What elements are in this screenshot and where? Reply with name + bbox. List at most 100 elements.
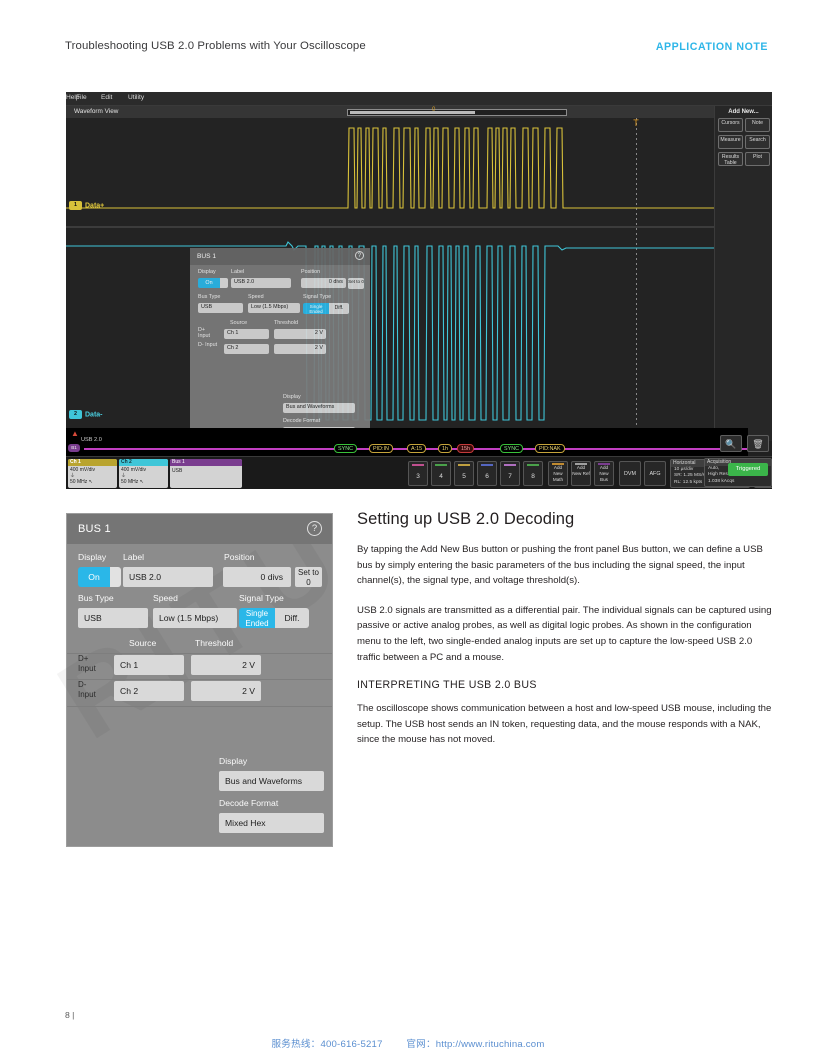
display-toggle-knob[interactable] (220, 278, 228, 288)
add-note-button[interactable]: Note (745, 118, 770, 132)
waveform-plot[interactable]: 3.20 2.80 2.40 2 1.60 1.20 800 m 400 m T… (66, 118, 772, 428)
afg-button[interactable]: AFG (644, 461, 666, 486)
add-cursors-button[interactable]: Cursors (718, 118, 743, 132)
add-new-ref-button[interactable]: Add New Ref (571, 461, 591, 486)
ch2-label[interactable]: 2Data- (69, 410, 103, 419)
dminus-threshold-field[interactable]: 2 V (274, 344, 326, 354)
figure-label-label: Label (123, 552, 144, 562)
bus-type-select[interactable]: USB (198, 303, 243, 313)
ch2-badge-body: 400 mV/div ⏚ 50 MHz ↖ (119, 466, 168, 487)
dialog-title: BUS 1 (197, 253, 216, 260)
figure-dminus-label-line1: D- (78, 680, 86, 689)
dminus-source-select[interactable]: Ch 2 (224, 344, 269, 354)
channel-5-button[interactable]: 5 (454, 461, 474, 486)
add-results-table-button[interactable]: Results Table (718, 152, 743, 166)
add-new-panel: Add New... Cursors Note Measure Search R… (714, 106, 772, 441)
packet-address[interactable]: A:15 (407, 444, 426, 453)
figure-help-icon[interactable]: ? (307, 521, 322, 536)
bus1-badge-title: Bus 1 (170, 459, 242, 466)
packet-pid-nak[interactable]: PID:NAK (535, 444, 565, 453)
acquisition-mode: Auto, (708, 466, 719, 471)
zoom-icon-button[interactable]: 🔍 (720, 435, 742, 452)
channel-4-button[interactable]: 4 (431, 461, 451, 486)
figure-bus-type-select[interactable]: USB (78, 608, 148, 628)
menu-edit[interactable]: Edit (101, 94, 112, 101)
ch1-status-badge[interactable]: Ch 1 400 mV/div ⏚ 50 MHz ↖ (68, 459, 117, 488)
ch2-badge: 2 (69, 410, 82, 419)
channel-7-stripe (504, 464, 516, 466)
paragraph-1: By tapping the Add New Bus button or pus… (357, 542, 772, 589)
figure-display-toggle-on[interactable]: On (78, 567, 110, 587)
signal-type-single-ended[interactable]: Single Ended (303, 303, 329, 314)
figure-label-field[interactable]: USB 2.0 (123, 567, 213, 587)
set-to-zero-button[interactable]: Set to 0 (348, 278, 364, 289)
figure-dminus-threshold-field[interactable]: 2 V (191, 681, 261, 701)
channel-4-label: 4 (439, 473, 443, 480)
figure-dplus-threshold-field[interactable]: 2 V (191, 655, 261, 675)
signal-type-diff[interactable]: Diff. (329, 303, 349, 314)
position-field[interactable]: 0 divs (301, 278, 346, 288)
figure-display2-select[interactable]: Bus and Waveforms (219, 771, 324, 791)
dplus-threshold-field[interactable]: 2 V (274, 329, 326, 339)
dialog-header (190, 248, 370, 265)
help-icon[interactable]: ? (355, 251, 364, 260)
channel-3-button[interactable]: 3 (408, 461, 428, 486)
add-plot-button[interactable]: Plot (745, 152, 770, 166)
add-measure-button[interactable]: Measure (718, 135, 743, 149)
speed-label: Speed (248, 294, 264, 300)
figure-dplus-label-line1: D+ (78, 654, 88, 663)
figure-set-to-zero-button[interactable]: Set to 0 (295, 567, 322, 587)
dplus-source-select[interactable]: Ch 1 (224, 329, 269, 339)
add-search-button[interactable]: Search (745, 135, 770, 149)
figure-row-divider-1 (67, 653, 332, 654)
speed-select[interactable]: Low (1.5 Mbps) (248, 303, 300, 313)
trash-icon-button[interactable]: 🗑 (747, 435, 769, 452)
packet-endpoint[interactable]: 1h (438, 444, 452, 453)
figure-display-toggle-knob[interactable] (110, 567, 121, 587)
bus-stripe (598, 463, 610, 465)
figure-signal-single-ended[interactable]: Single Ended (239, 608, 275, 628)
display-toggle-on[interactable]: On (198, 278, 220, 288)
horizontal-scrollbar[interactable] (347, 109, 567, 116)
menu-utility[interactable]: Utility (128, 94, 144, 101)
channel-7-label: 7 (508, 473, 512, 480)
bus1-config-dialog-overlay[interactable]: BUS 1 ? Display Label Position On USB 2.… (190, 248, 370, 450)
add-new-bus-label: Add New Bus (599, 465, 608, 482)
figure-bus-type-label: Bus Type (78, 593, 114, 603)
bus-chip-badge[interactable]: B1 (68, 444, 80, 452)
figure-speed-label: Speed (153, 593, 178, 603)
trigger-position-marker[interactable]: T (631, 118, 641, 132)
packet-crc[interactable]: 15h (457, 444, 474, 453)
channel-8-button[interactable]: 8 (523, 461, 543, 486)
bus1-config-figure[interactable]: RITU BUS 1 ? Display Label Position On U… (66, 513, 333, 847)
packet-pid-in[interactable]: PID:IN (369, 444, 393, 453)
add-new-bus-button[interactable]: Add New Bus (594, 461, 614, 486)
figure-signal-diff[interactable]: Diff. (275, 608, 309, 628)
channel-7-button[interactable]: 7 (500, 461, 520, 486)
signal-type-label: Signal Type (303, 294, 331, 300)
dvm-button[interactable]: DVM (619, 461, 641, 486)
add-new-math-button[interactable]: Add New Math (548, 461, 568, 486)
dminus-input-label: D- Input (198, 343, 218, 349)
label-field[interactable]: USB 2.0 (231, 278, 291, 288)
scope-status-bar: Ch 1 400 mV/div ⏚ 50 MHz ↖ Ch 2 400 mV/d… (66, 456, 772, 489)
ch2-status-badge[interactable]: Ch 2 400 mV/div ⏚ 50 MHz ↖ (119, 459, 168, 488)
figure-speed-select[interactable]: Low (1.5 Mbps) (153, 608, 237, 628)
ch1-graticule: 3.20 2.80 2.40 2 1.60 1.20 800 m 400 m T… (66, 118, 748, 226)
packet-sync[interactable]: SYNC (334, 444, 357, 453)
ch2-badge-title: Ch 2 (119, 459, 168, 466)
display2-select[interactable]: Bus and Waveforms (283, 403, 355, 413)
channel-6-button[interactable]: 6 (477, 461, 497, 486)
figure-position-field[interactable]: 0 divs (223, 567, 291, 587)
figure-decode-format-select[interactable]: Mixed Hex (219, 813, 324, 833)
page-header: Troubleshooting USB 2.0 Problems with Yo… (0, 0, 816, 74)
packet-sync-2[interactable]: SYNC (500, 444, 523, 453)
ch1-label[interactable]: 1Data+ (69, 201, 104, 210)
oscilloscope-screenshot: File Edit Utility Help Waveform View 0 3… (66, 92, 772, 489)
bus1-status-badge[interactable]: Bus 1 USB (170, 459, 242, 488)
scrollbar-thumb[interactable] (350, 111, 475, 114)
threshold-column-label: Threshold (274, 320, 298, 326)
menu-help[interactable]: Help (66, 94, 80, 101)
figure-dplus-source-select[interactable]: Ch 1 (114, 655, 184, 675)
figure-dminus-source-select[interactable]: Ch 2 (114, 681, 184, 701)
